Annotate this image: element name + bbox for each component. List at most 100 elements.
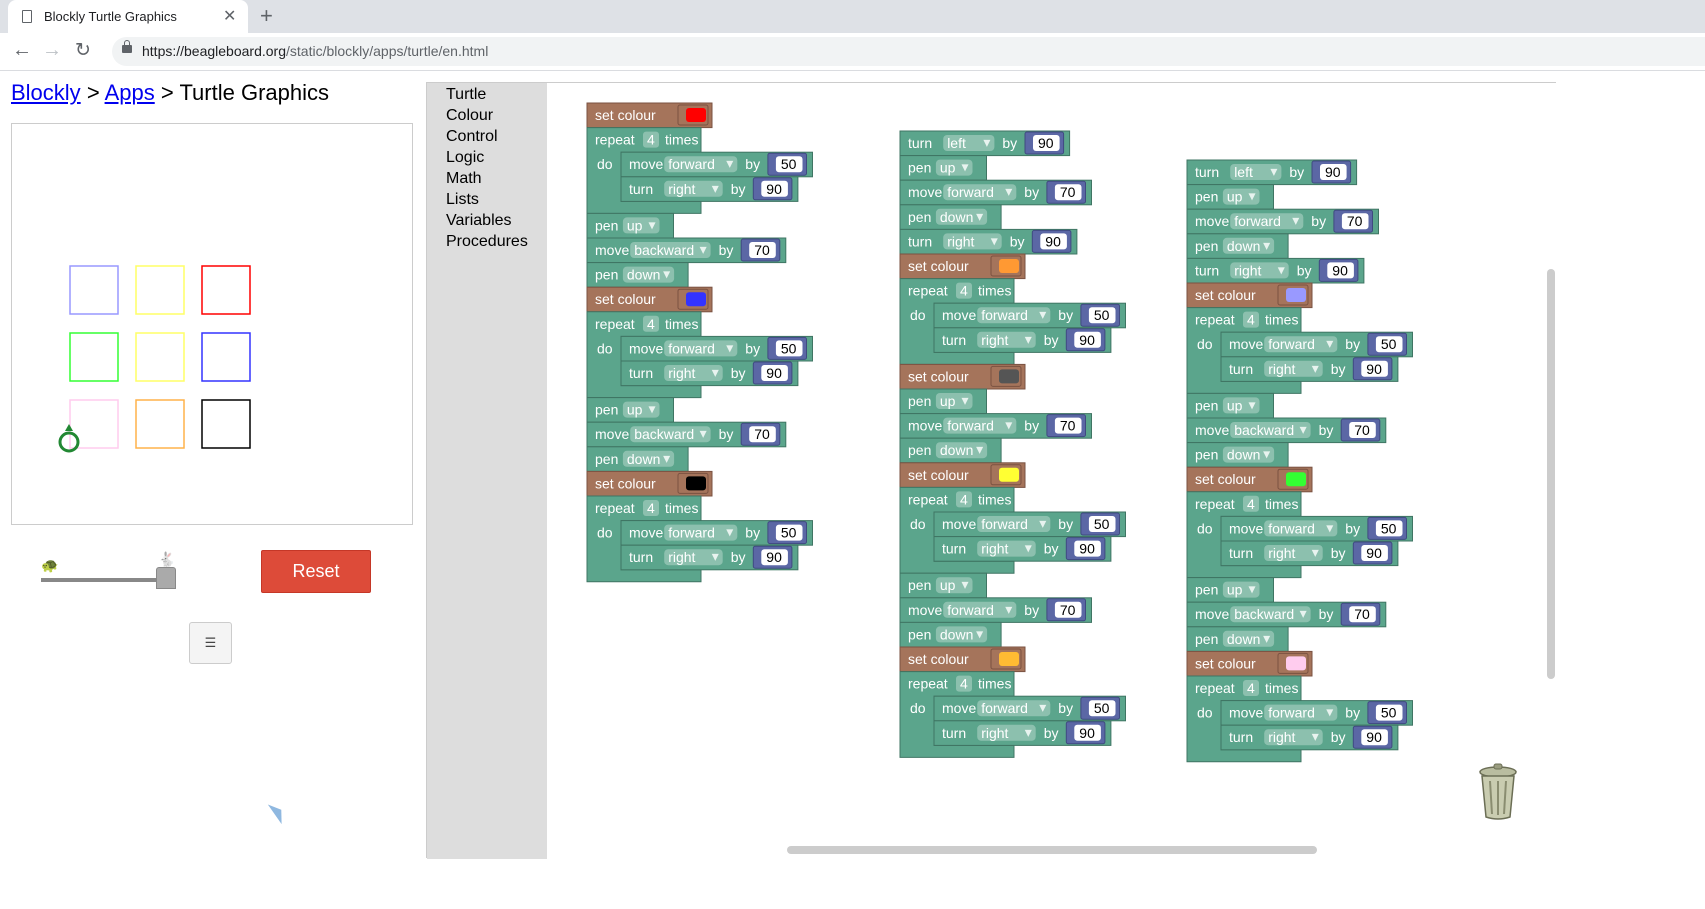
repeat-block[interactable]: repeat 4 times do move forward ▾ by 50 turn right ▾… — [1186, 491, 1413, 579]
block-stack-2[interactable]: turn left ▾ by 90pen up ▾move forward ▾ by 70pen do… — [899, 130, 1126, 758]
block-turn[interactable]: turn right ▾ by 90 — [620, 544, 799, 571]
repeat-block[interactable]: repeat 4 times do move forward ▾ by 50 turn right ▾… — [586, 495, 813, 583]
block-colour[interactable]: set colour — [899, 462, 1026, 488]
reload-icon[interactable]: ↻ — [75, 39, 91, 62]
block-colour[interactable]: set colour — [586, 102, 713, 129]
block-turn[interactable]: turn left ▾ by 90 — [899, 130, 1071, 157]
block-colour[interactable]: set colour — [586, 470, 713, 497]
colour-swatch[interactable] — [1286, 656, 1306, 671]
block-colour[interactable]: set colour — [1186, 650, 1313, 677]
block-move[interactable]: move forward ▾ by 50 — [1220, 331, 1413, 358]
block-move[interactable]: move forward ▾ by 50 — [1220, 515, 1413, 542]
block-pen[interactable]: pen up ▾ — [586, 397, 674, 423]
block-pen[interactable]: pen up ▾ — [1186, 392, 1274, 419]
block-turn[interactable]: turn right ▾ by 90 — [620, 176, 799, 202]
block-move[interactable]: move backward ▾ by 70 — [586, 421, 787, 448]
repeat-block[interactable]: repeat 4 times do move forward ▾ by 50 turn right ▾… — [1186, 307, 1413, 394]
block-colour[interactable]: set colour — [899, 646, 1026, 673]
toolbox-category-lists[interactable]: Lists — [446, 191, 479, 209]
block-turn[interactable]: turn right ▾ by 90 — [620, 360, 799, 387]
block-pen[interactable]: pen down ▾ — [586, 262, 689, 288]
block-colour[interactable]: set colour — [899, 253, 1026, 280]
block-pen[interactable]: pen down ▾ — [899, 204, 1002, 230]
new-tab-button[interactable]: + — [260, 3, 273, 29]
colour-swatch[interactable] — [999, 369, 1019, 384]
block-pen[interactable]: pen down ▾ — [899, 621, 1002, 648]
repeat-block[interactable]: repeat 4 times do move forward ▾ by 50 turn right ▾… — [586, 311, 813, 399]
block-colour[interactable]: set colour — [899, 363, 1026, 390]
repeat-block[interactable]: repeat 4 times do move forward ▾ by 50 turn right ▾… — [899, 486, 1126, 574]
colour-swatch[interactable] — [999, 467, 1019, 482]
block-stack-1[interactable]: set colourrepeat 4 timesdo move forward ▾ by 50… — [586, 102, 813, 583]
block-stack-3[interactable]: turn left ▾ by 90pen up ▾move forward ▾ by 70pen do… — [1186, 159, 1413, 763]
colour-swatch[interactable] — [999, 652, 1019, 666]
block-move[interactable]: move forward ▾ by 70 — [899, 179, 1092, 206]
block-turn[interactable]: turn right ▾ by 90 — [1220, 356, 1399, 382]
toolbox-category-control[interactable]: Control — [446, 128, 498, 146]
block-turn[interactable]: turn right ▾ by 90 — [933, 720, 1112, 746]
block-move[interactable]: move forward ▾ by 70 — [899, 413, 1092, 439]
block-turn[interactable]: turn right ▾ by 90 — [1220, 540, 1399, 567]
toolbox-category-logic[interactable]: Logic — [446, 149, 484, 167]
horizontal-scrollbar[interactable] — [787, 846, 1317, 854]
toolbox-category-variables[interactable]: Variables — [446, 212, 512, 230]
block-pen[interactable]: pen up ▾ — [1186, 184, 1274, 210]
block-turn[interactable]: turn right ▾ by 90 — [1220, 724, 1399, 751]
block-move[interactable]: move forward ▾ by 50 — [620, 335, 813, 362]
speed-slider[interactable] — [41, 578, 165, 582]
block-turn[interactable]: turn right ▾ by 90 — [933, 536, 1112, 562]
block-colour[interactable]: set colour — [586, 286, 713, 313]
forward-arrow-icon[interactable]: → — [42, 39, 62, 62]
breadcrumb-link-blockly[interactable]: Blockly — [11, 80, 81, 105]
block-move[interactable]: move backward ▾ by 70 — [586, 237, 787, 264]
trash-can-icon[interactable] — [1477, 763, 1519, 821]
block-move[interactable]: move forward ▾ by 50 — [933, 695, 1126, 722]
breadcrumb-link-apps[interactable]: Apps — [105, 80, 155, 105]
block-pen[interactable]: pen up ▾ — [586, 212, 674, 239]
repeat-block[interactable]: repeat 4 times do move forward ▾ by 50 turn right ▾… — [586, 127, 813, 214]
block-pen[interactable]: pen down ▾ — [899, 437, 1002, 464]
blockly-workspace[interactable]: Turtle Colour Control Logic Math Lists Variabl… — [426, 82, 1557, 859]
repeat-block[interactable]: repeat 4 times do move forward ▾ by 50 turn right ▾… — [899, 278, 1126, 365]
close-tab-icon[interactable]: ✕ — [223, 6, 236, 26]
colour-swatch[interactable] — [999, 259, 1019, 273]
block-move[interactable]: move backward ▾ by 70 — [1186, 417, 1387, 444]
block-move[interactable]: move forward ▾ by 50 — [620, 520, 813, 546]
block-move[interactable]: move forward ▾ by 50 — [1220, 700, 1413, 726]
toolbox-category-turtle[interactable]: Turtle — [446, 86, 486, 104]
block-turn[interactable]: turn right ▾ by 90 — [933, 327, 1112, 353]
browser-tab[interactable]: Blockly Turtle Graphics ✕ — [8, 0, 248, 33]
block-move[interactable]: move forward ▾ by 70 — [899, 597, 1092, 623]
address-bar[interactable]: https://beagleboard.org/static/blockly/a… — [112, 37, 1705, 66]
colour-swatch[interactable] — [686, 476, 706, 491]
block-pen[interactable]: pen up ▾ — [899, 572, 987, 599]
blocks-area[interactable]: set colourrepeat 4 timesdo move forward ▾ by 50… — [547, 83, 1557, 859]
block-move[interactable]: move forward ▾ by 70 — [1186, 208, 1379, 235]
block-turn[interactable]: turn right ▾ by 90 — [899, 228, 1078, 255]
back-arrow-icon[interactable]: ← — [12, 39, 32, 62]
repeat-block[interactable]: repeat 4 times do move forward ▾ by 50 turn right ▾… — [899, 671, 1126, 758]
colour-swatch[interactable] — [686, 108, 706, 122]
toolbox-category-procedures[interactable]: Procedures — [446, 233, 528, 251]
block-turn[interactable]: turn right ▾ by 90 — [1186, 257, 1365, 284]
block-turn[interactable]: turn left ▾ by 90 — [1186, 159, 1358, 186]
block-colour[interactable]: set colour — [1186, 466, 1313, 493]
show-code-button[interactable]: ☰ — [189, 622, 232, 664]
colour-swatch[interactable] — [686, 292, 706, 307]
block-pen[interactable]: pen up ▾ — [899, 388, 987, 415]
block-move[interactable]: move backward ▾ by 70 — [1186, 601, 1387, 628]
toolbox-category-math[interactable]: Math — [446, 170, 482, 188]
block-pen[interactable]: pen down ▾ — [586, 446, 689, 472]
vertical-scrollbar[interactable] — [1547, 269, 1555, 679]
reset-button[interactable]: Reset — [261, 550, 371, 593]
block-move[interactable]: move forward ▾ by 50 — [620, 151, 813, 178]
toolbox-category-colour[interactable]: Colour — [446, 107, 493, 125]
block-move[interactable]: move forward ▾ by 50 — [933, 511, 1126, 538]
block-pen[interactable]: pen up ▾ — [899, 155, 987, 181]
block-pen[interactable]: pen down ▾ — [1186, 626, 1289, 652]
block-pen[interactable]: pen up ▾ — [1186, 577, 1274, 603]
colour-swatch[interactable] — [1286, 288, 1306, 302]
block-move[interactable]: move forward ▾ by 50 — [933, 302, 1126, 329]
block-colour[interactable]: set colour — [1186, 282, 1313, 309]
block-pen[interactable]: pen down ▾ — [1186, 442, 1289, 468]
